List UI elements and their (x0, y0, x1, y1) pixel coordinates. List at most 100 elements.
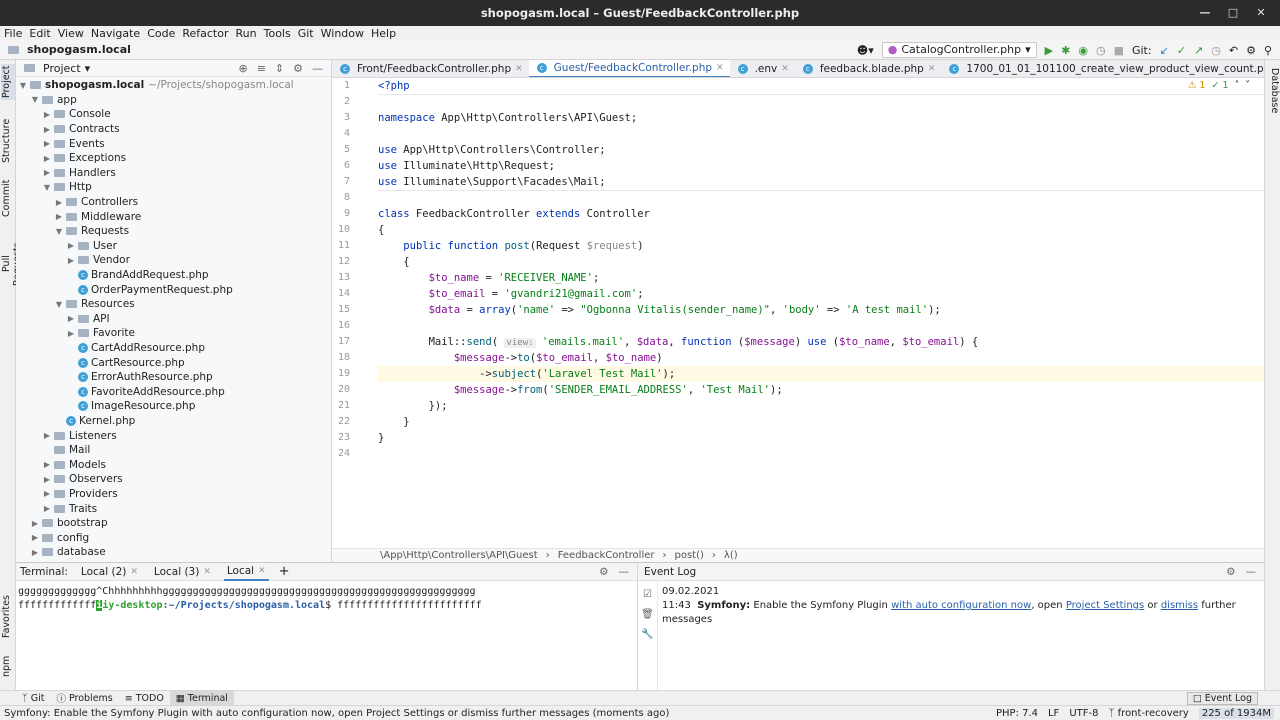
gear-icon[interactable]: ⚙ (293, 62, 303, 75)
tree-folder[interactable]: ▶ Observers (16, 472, 331, 487)
terminal-tool-button[interactable]: ▦ Terminal (169, 690, 234, 706)
tree-root[interactable]: ▼ shopogasm.local ~/Projects/shopogasm.l… (16, 78, 331, 93)
menu-navigate[interactable]: Navigate (91, 27, 140, 40)
collapse-all-icon[interactable]: ≡ (257, 62, 266, 75)
favorites-tool-tab[interactable]: Favorites (1, 594, 15, 640)
project-tool-tab[interactable]: Project (1, 64, 15, 100)
hide-icon[interactable]: — (1246, 566, 1257, 578)
project-breadcrumb[interactable]: shopogasm.local (6, 43, 131, 56)
terminal-tab-active[interactable]: Local ✕ (223, 563, 269, 581)
tree-file[interactable]: c OrderPaymentRequest.php (16, 282, 331, 297)
editor-tab[interactable]: c .env ✕ (730, 60, 795, 77)
terminal-output[interactable]: ggggggggggggg^Chhhhhhhhhgggggggggggggggg… (16, 581, 637, 617)
tree-folder[interactable]: ▶ Models (16, 457, 331, 472)
gear-icon[interactable]: ⚙ (1226, 566, 1235, 578)
tree-folder[interactable]: ▶ Handlers (16, 166, 331, 181)
menu-git[interactable]: Git (298, 27, 314, 40)
event-log-button[interactable]: □ Event Log (1186, 691, 1258, 705)
locate-icon[interactable]: ⊕ (238, 62, 247, 75)
tree-folder[interactable]: ▶ API (16, 312, 331, 327)
tree-folder[interactable]: ▶ Controllers (16, 195, 331, 210)
tree-file[interactable]: c BrandAddRequest.php (16, 268, 331, 283)
profile-icon[interactable]: ◷ (1096, 45, 1106, 56)
coverage-icon[interactable]: ◉ (1078, 45, 1088, 56)
project-settings-link[interactable]: Project Settings (1066, 600, 1144, 611)
tree-folder[interactable]: ▶ Favorite (16, 326, 331, 341)
tree-folder[interactable]: ▼ Http (16, 180, 331, 195)
menu-code[interactable]: Code (147, 27, 175, 40)
tree-folder[interactable]: ▶ Console (16, 107, 331, 122)
run-icon[interactable]: ▶ (1045, 45, 1053, 56)
run-configuration-select[interactable]: ● CatalogController.php ▾ (881, 42, 1037, 58)
close-icon[interactable]: ✕ (781, 64, 789, 74)
tree-folder[interactable]: ▶ Listeners (16, 428, 331, 443)
tree-folder[interactable]: ▼ app (16, 93, 331, 108)
maximize-icon[interactable]: □ (1226, 0, 1240, 26)
stop-icon[interactable]: ■ (1114, 45, 1124, 56)
close-icon[interactable]: ✕ (515, 64, 523, 74)
menu-refactor[interactable]: Refactor (182, 27, 228, 40)
git-update-icon[interactable]: ↙ (1160, 45, 1169, 56)
add-tab-icon[interactable]: + (279, 564, 290, 579)
git-push-icon[interactable]: ↗ (1194, 45, 1203, 56)
tree-file[interactable]: c Kernel.php (16, 414, 331, 429)
wrench-icon[interactable]: 🔧 (638, 625, 657, 645)
database-tool-tab[interactable]: Database (1266, 66, 1280, 116)
commit-tool-tab[interactable]: Commit (1, 178, 15, 218)
menu-edit[interactable]: Edit (29, 27, 50, 40)
chevron-down-icon[interactable]: ▾ (85, 62, 91, 75)
tree-folder[interactable]: ▼ Resources (16, 297, 331, 312)
user-icon[interactable]: ☻▾ (857, 45, 874, 56)
tree-folder[interactable]: ▶ User (16, 239, 331, 254)
tree-folder[interactable]: Mail (16, 443, 331, 458)
tree-folder[interactable]: ▶ Providers (16, 487, 331, 502)
project-panel-title[interactable]: Project (43, 62, 81, 75)
terminal-tab[interactable]: Local (2) ✕ (78, 563, 141, 581)
mark-read-icon[interactable]: ☑ (638, 585, 657, 605)
close-icon[interactable]: ✕ (928, 64, 936, 74)
tree-file[interactable]: c ImageResource.php (16, 399, 331, 414)
trash-icon[interactable]: 🗑 (638, 605, 657, 625)
breadcrumb-item[interactable]: \App\Http\Controllers\API\Guest (380, 550, 538, 561)
tree-file[interactable]: c FavoriteAddResource.php (16, 384, 331, 399)
hide-icon[interactable]: — (312, 62, 323, 75)
minimize-icon[interactable]: — (1198, 0, 1212, 26)
code-area[interactable]: <?php namespace App\Http\Controllers\API… (378, 78, 1264, 548)
menu-file[interactable]: File (4, 27, 22, 40)
menu-window[interactable]: Window (321, 27, 364, 40)
search-icon[interactable]: ⚲ (1264, 45, 1272, 56)
editor-tab[interactable]: c Guest/FeedbackController.php ✕ (528, 60, 730, 77)
close-icon[interactable]: ✕ (1254, 0, 1268, 26)
close-icon[interactable]: ✕ (130, 567, 138, 577)
tree-folder[interactable]: ▶ config (16, 530, 331, 545)
close-icon[interactable]: ✕ (203, 567, 211, 577)
debug-icon[interactable]: ✱ (1061, 45, 1070, 56)
menu-view[interactable]: View (58, 27, 84, 40)
tree-file[interactable]: c CartAddResource.php (16, 341, 331, 356)
tree-folder[interactable]: ▶ Exceptions (16, 151, 331, 166)
todo-tool-button[interactable]: ≡ TODO (119, 691, 170, 706)
menu-tools[interactable]: Tools (264, 27, 291, 40)
tree-folder[interactable]: ▶ Vendor (16, 253, 331, 268)
tree-folder[interactable]: ▶ database (16, 545, 331, 560)
hide-icon[interactable]: — (619, 566, 630, 578)
pull-requests-tool-tab[interactable]: Pull Requests (1, 234, 23, 294)
problems-tool-button[interactable]: ⓘ Problems (50, 691, 118, 706)
tree-folder[interactable]: ▶ Middleware (16, 209, 331, 224)
tree-file[interactable]: c CartResource.php (16, 355, 331, 370)
php-version[interactable]: PHP: 7.4 (996, 708, 1038, 719)
status-message[interactable]: Symfony: Enable the Symfony Plugin with … (4, 708, 669, 719)
breadcrumb-item[interactable]: FeedbackController (558, 550, 655, 561)
tree-folder[interactable]: ▶ Events (16, 136, 331, 151)
tree-file[interactable]: c ErrorAuthResource.php (16, 370, 331, 385)
close-icon[interactable]: ✕ (716, 63, 724, 73)
rollback-icon[interactable]: ↶ (1229, 45, 1238, 56)
history-icon[interactable]: ◷ (1211, 45, 1221, 56)
tree-folder[interactable]: ▼ Requests (16, 224, 331, 239)
git-commit-icon[interactable]: ✓ (1177, 45, 1186, 56)
auto-configuration-link[interactable]: with auto configuration now (891, 600, 1031, 611)
structure-tool-tab[interactable]: Structure (1, 116, 15, 166)
terminal-tab[interactable]: Local (3) ✕ (151, 563, 214, 581)
npm-tool-tab[interactable]: npm (1, 654, 15, 678)
git-tool-button[interactable]: ᛉ Git (16, 691, 50, 706)
